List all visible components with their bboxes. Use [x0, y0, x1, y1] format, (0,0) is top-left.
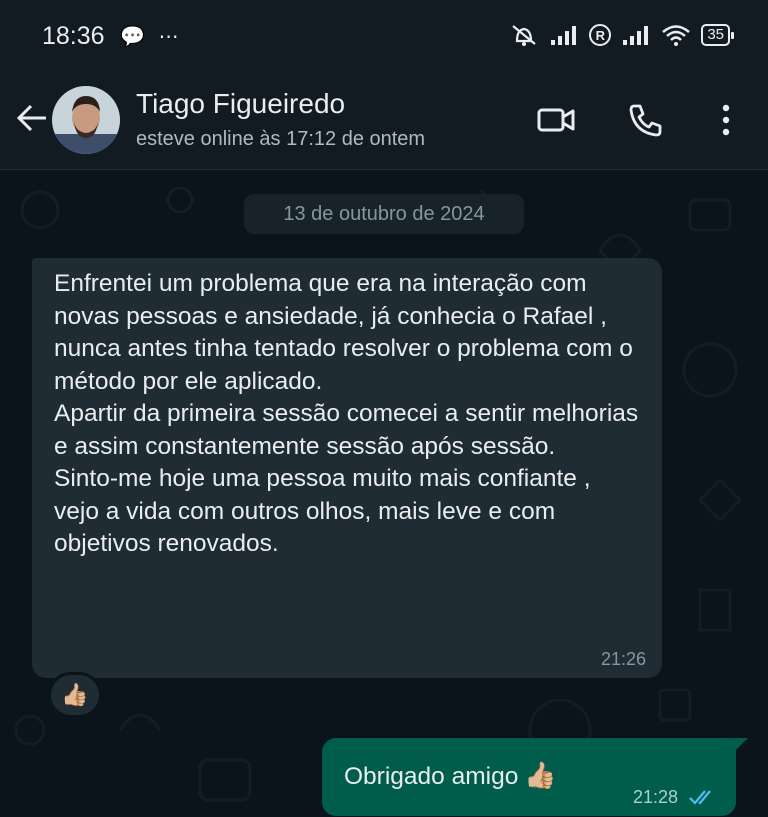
back-arrow-icon[interactable] [14, 100, 50, 136]
date-divider: 13 de outubro de 2024 [244, 194, 524, 234]
message-text-body: Obrigado amigo [344, 763, 519, 790]
chat-header: Tiago Figueiredo esteve online às 17:12 … [0, 72, 768, 170]
wifi-icon [662, 25, 691, 46]
roaming-icon: R [589, 24, 612, 46]
avatar[interactable] [52, 86, 120, 154]
notification-icons: 💬 ⋯ [120, 26, 183, 48]
chat-area[interactable]: 13 de outubro de 2024 Enfrentei um probl… [0, 170, 768, 817]
more-options-icon[interactable] [706, 100, 746, 140]
battery-indicator: 35 [701, 24, 734, 46]
message-paragraph: Sinto-me hoje uma pessoa muito mais conf… [54, 465, 591, 557]
message-paragraph: Apartir da primeira sessão comecei a sen… [54, 400, 639, 460]
message-reaction[interactable]: 👍🏼 [48, 672, 102, 718]
message-timestamp: 21:26 [600, 649, 646, 669]
outgoing-message[interactable]: Obrigado amigo 👍🏼 21:28 [322, 738, 748, 816]
message-text: Obrigado amigo 👍🏼 [344, 760, 557, 791]
signal-icon [551, 26, 577, 45]
signal-icon [623, 26, 649, 45]
contact-name[interactable]: Tiago Figueiredo [136, 88, 345, 120]
voice-call-icon[interactable] [626, 100, 666, 140]
status-time: 18:36 [42, 22, 105, 50]
video-call-icon[interactable] [536, 100, 576, 140]
read-receipt-icon [689, 790, 711, 805]
message-paragraph: Enfrentei um problema que era na interaç… [54, 270, 633, 395]
message-timestamp: 21:28 [632, 787, 678, 807]
message-text: Enfrentei um problema que era na interaç… [54, 268, 640, 561]
incoming-message[interactable]: Enfrentei um problema que era na interaç… [32, 258, 662, 678]
status-bar: 18:36 💬 ⋯ R 35 [0, 0, 768, 72]
muted-bell-icon [512, 25, 537, 46]
contact-last-seen: esteve online às 17:12 de ontem [136, 128, 426, 150]
status-right-icons: R 35 [509, 22, 734, 48]
avatar-image [52, 86, 120, 154]
thumbs-up-emoji: 👍🏼 [524, 760, 557, 790]
